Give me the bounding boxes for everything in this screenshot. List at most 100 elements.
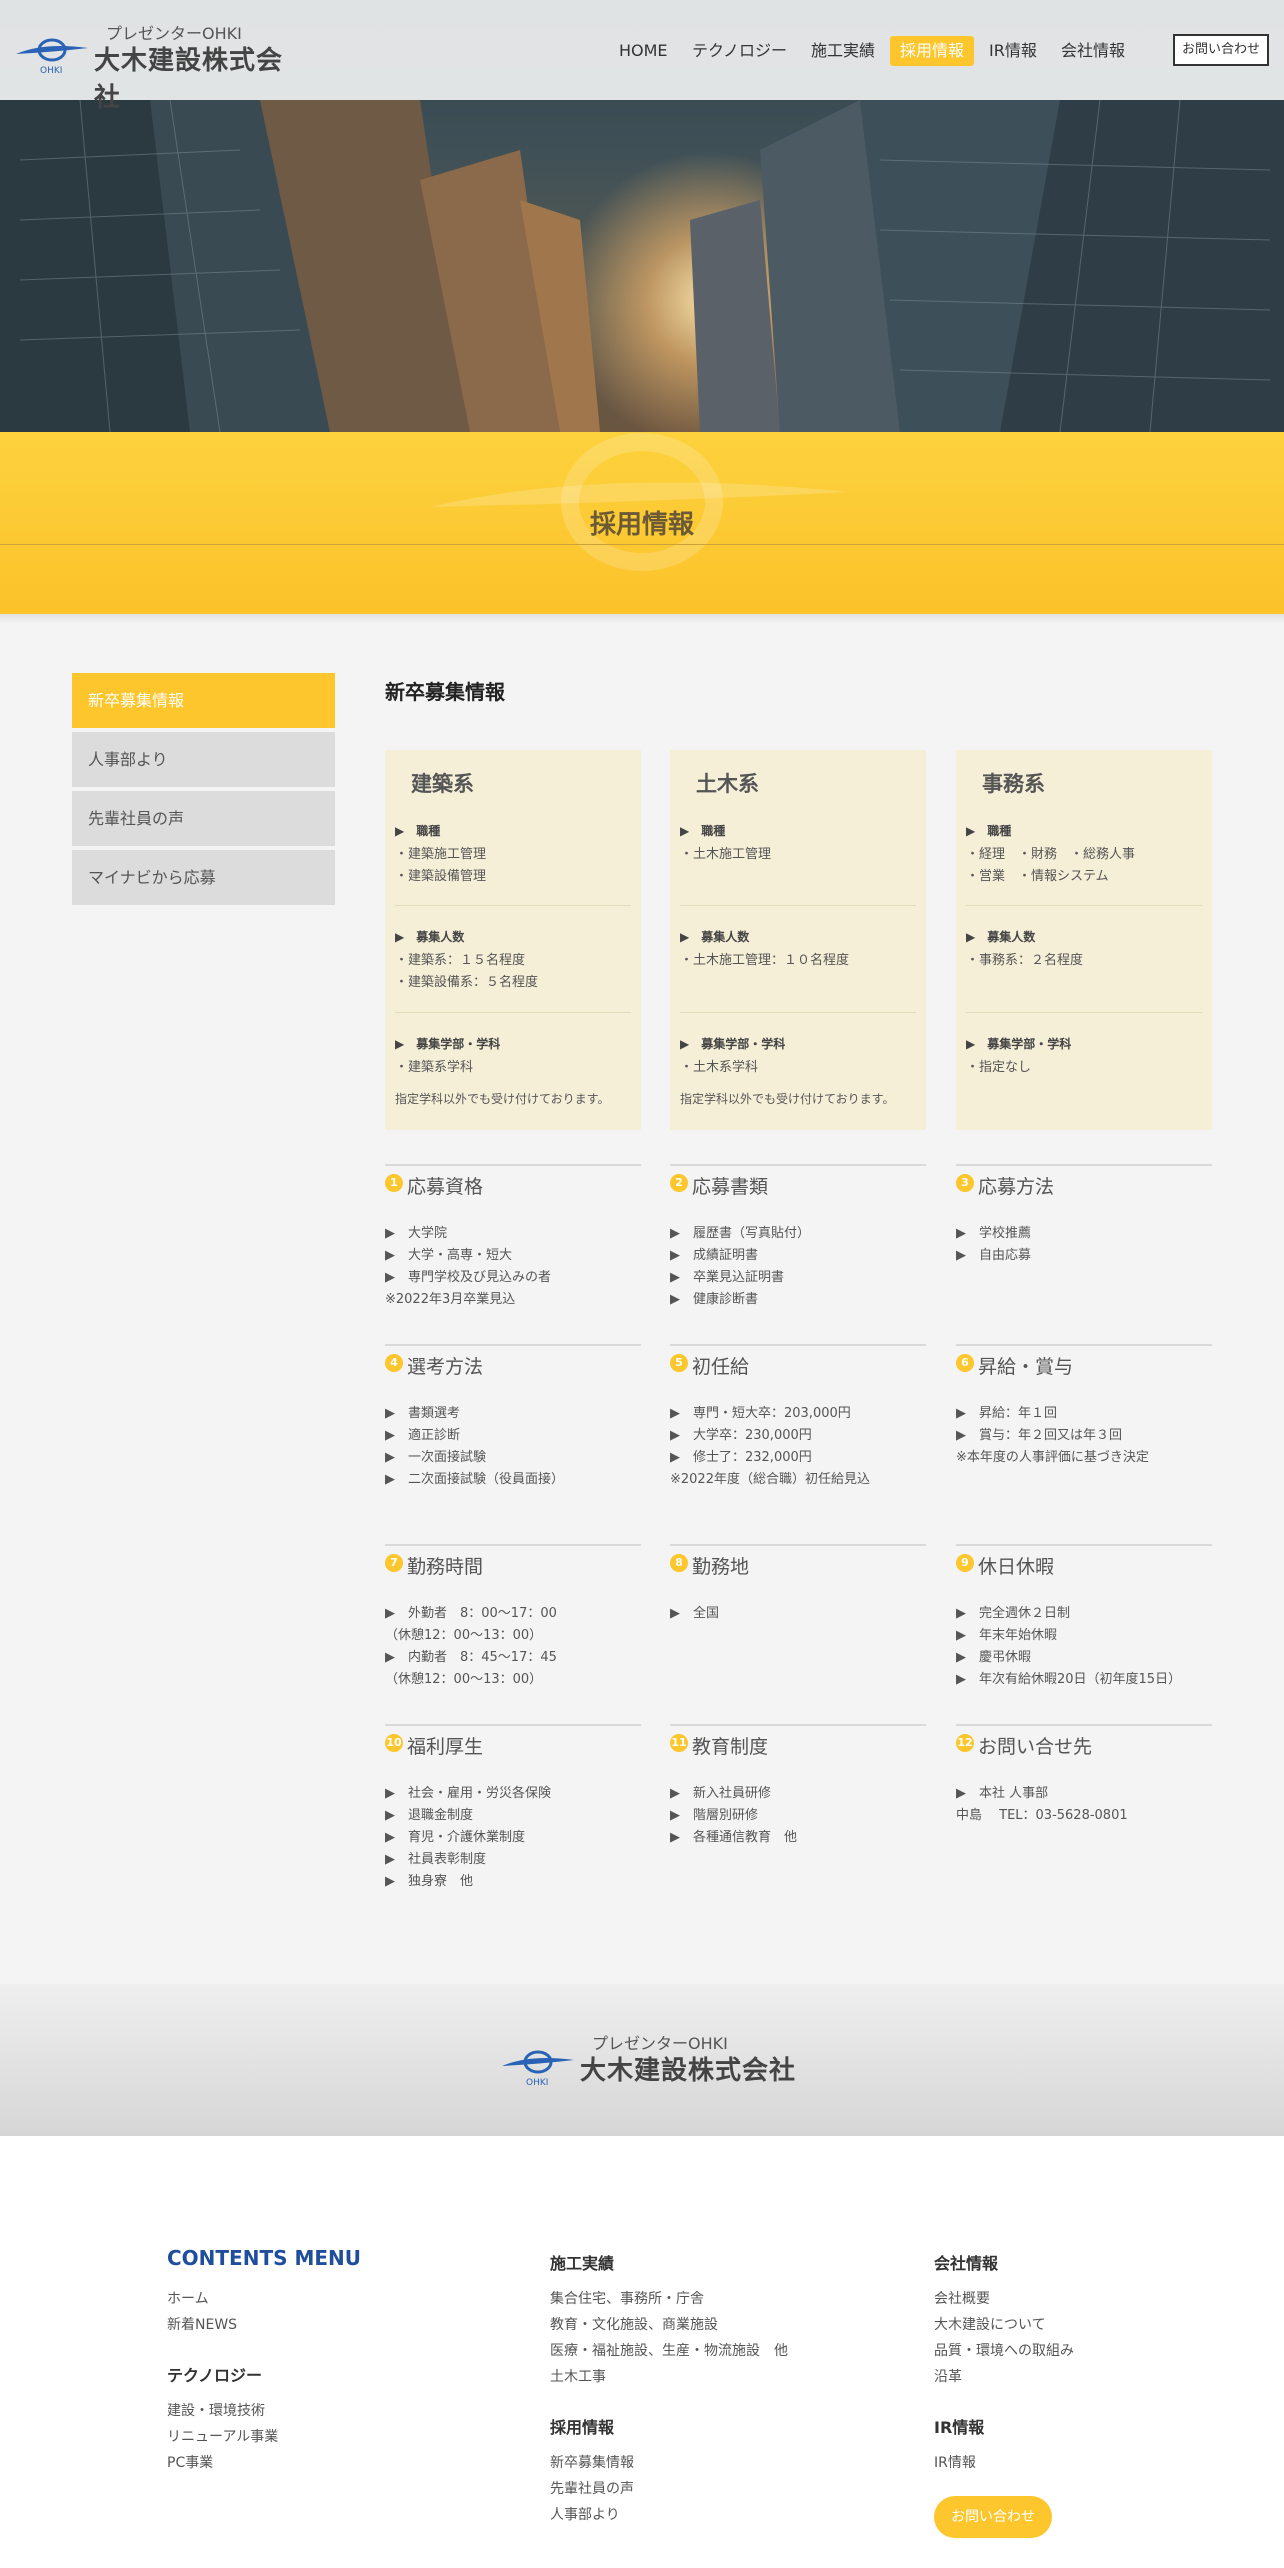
- nav-company[interactable]: 会社情報: [1061, 36, 1125, 66]
- requirement-line: ※本年度の人事評価に基づき決定: [956, 1450, 1149, 1465]
- footer-link-works-4[interactable]: 土木工事: [550, 2366, 606, 2386]
- footer-link-new-graduate[interactable]: 新卒募集情報: [550, 2452, 634, 2472]
- card-divider: [680, 905, 916, 906]
- sidebar-item-employee-voices[interactable]: 先輩社員の声: [72, 791, 335, 846]
- nav-ir[interactable]: IR情報: [989, 36, 1037, 66]
- requirement-line: ▶ 育児・介護休業制度: [385, 1830, 525, 1845]
- footer-link-works-2[interactable]: 教育・文化施設、商業施設: [550, 2314, 718, 2334]
- footer-ir-heading[interactable]: IR情報: [934, 2414, 984, 2438]
- requirement-line: ▶ 専門学校及び見込みの者: [385, 1270, 551, 1285]
- requirement-number-badge: 12: [956, 1734, 974, 1752]
- requirement-number-badge: 8: [670, 1554, 688, 1572]
- card-dept-heading: ▶ 募集学部・学科: [966, 1037, 1072, 1051]
- requirement-number-badge: 11: [670, 1734, 688, 1752]
- requirement-line: ▶ 卒業見込証明書: [670, 1270, 784, 1285]
- footer-link-hr[interactable]: 人事部より: [550, 2504, 620, 2524]
- requirement-title: 昇給・賞与: [978, 1356, 1074, 1378]
- ohki-logo-icon: OHKI: [16, 38, 88, 76]
- sidebar-item-hr-message[interactable]: 人事部より: [72, 732, 335, 787]
- section-title: 新卒募集情報: [385, 680, 505, 704]
- card-count-line: ・建築系：１５名程度: [395, 953, 526, 968]
- card-title: 事務系: [982, 772, 1045, 796]
- requirement-title: お問い合せ先: [978, 1736, 1093, 1758]
- card-dept-heading: ▶ 募集学部・学科: [680, 1037, 786, 1051]
- card-job-line: ・建築設備管理: [395, 869, 487, 884]
- requirement-line: ▶ 自由応募: [956, 1248, 1031, 1263]
- nav-recruit[interactable]: 採用情報: [890, 36, 975, 66]
- footer-company-heading[interactable]: 会社情報: [934, 2250, 998, 2274]
- card-divider: [966, 1012, 1202, 1013]
- footer-technology-heading[interactable]: テクノロジー: [167, 2362, 262, 2386]
- requirement-line: ▶ 本社 人事部: [956, 1786, 1049, 1801]
- footer-link-pc[interactable]: PC事業: [167, 2452, 213, 2472]
- company-logo[interactable]: OHKI プレゼンターOHKI 大木建設株式会社: [14, 20, 304, 113]
- requirement-title: 初任給: [692, 1356, 750, 1378]
- requirement-divider: [385, 1344, 641, 1346]
- requirement-title: 応募資格: [407, 1176, 484, 1198]
- nav-technology[interactable]: テクノロジー: [692, 36, 787, 66]
- ohki-logo-icon: OHKI: [502, 2050, 574, 2088]
- nav-home[interactable]: HOME: [619, 36, 668, 66]
- footer-works-heading[interactable]: 施工実績: [550, 2250, 614, 2274]
- card-job-heading: ▶ 職種: [395, 824, 441, 838]
- requirement-line: ▶ 完全週休２日制: [956, 1606, 1070, 1621]
- requirement-line: ▶ 内勤者 8：45〜17：45: [385, 1650, 557, 1665]
- requirement-divider: [956, 1544, 1212, 1546]
- footer-link-quality[interactable]: 品質・環境への取組み: [934, 2340, 1074, 2360]
- footer-link-history[interactable]: 沿革: [934, 2366, 962, 2386]
- requirement-line: ▶ 修士了：232,000円: [670, 1450, 812, 1465]
- footer-link-ir[interactable]: IR情報: [934, 2452, 976, 2472]
- requirement-title: 勤務地: [692, 1556, 750, 1578]
- requirement-divider: [670, 1724, 926, 1726]
- card-dept-line: ・建築系学科: [395, 1060, 474, 1075]
- requirement-number-badge: 3: [956, 1174, 974, 1192]
- requirement-divider: [670, 1344, 926, 1346]
- sidebar-item-mynavi[interactable]: マイナビから応募: [72, 850, 335, 905]
- requirement-line: ▶ 一次面接試験: [385, 1450, 486, 1465]
- svg-text:OHKI: OHKI: [526, 2078, 548, 2088]
- footer-recruit-heading[interactable]: 採用情報: [550, 2414, 614, 2438]
- requirement-title: 休日休暇: [978, 1556, 1055, 1578]
- card-job-heading: ▶ 職種: [966, 824, 1012, 838]
- requirement-number-badge: 6: [956, 1354, 974, 1372]
- footer-contact-button[interactable]: お問い合わせ: [934, 2496, 1052, 2538]
- footer-link-home[interactable]: ホーム: [167, 2288, 209, 2308]
- footer-link-works-1[interactable]: 集合住宅、事務所・庁舎: [550, 2288, 704, 2308]
- contact-button[interactable]: お問い合わせ: [1173, 34, 1269, 66]
- card-divider: [395, 1012, 631, 1013]
- requirement-line: ▶ 年次有給休暇20日（初年度15日）: [956, 1672, 1182, 1687]
- requirement-line: ▶ 大学・高専・短大: [385, 1248, 512, 1263]
- requirement-line: ▶ 年末年始休暇: [956, 1628, 1057, 1643]
- requirement-number-badge: 10: [385, 1734, 403, 1752]
- recruit-card-civil: 土木系 ▶ 職種 ・土木施工管理 ▶ 募集人数 ・土木施工管理：１０名程度 ▶ …: [670, 750, 926, 1130]
- footer-company-logo[interactable]: OHKI プレゼンターOHKI 大木建設株式会社: [500, 2028, 800, 2088]
- card-job-line: ・建築施工管理: [395, 847, 487, 862]
- card-note: 指定学科以外でも受け付けております。: [395, 1092, 610, 1106]
- requirement-line: ▶ 外勤者 8：00〜17：00: [385, 1606, 557, 1621]
- footer-link-about[interactable]: 大木建設について: [934, 2314, 1046, 2334]
- requirement-line: ▶ 学校推薦: [956, 1226, 1031, 1241]
- requirement-line: ※2022年度（総合職）初任給見込: [670, 1472, 870, 1487]
- requirement-line: ▶ 退職金制度: [385, 1808, 473, 1823]
- sidebar-item-new-graduate[interactable]: 新卒募集情報: [72, 673, 335, 728]
- requirement-line: ▶ 二次面接試験（役員面接）: [385, 1472, 564, 1487]
- footer-link-voices[interactable]: 先輩社員の声: [550, 2478, 634, 2498]
- requirement-line: ▶ 昇給：年１回: [956, 1406, 1057, 1421]
- footer-link-overview[interactable]: 会社概要: [934, 2288, 990, 2308]
- footer-link-works-3[interactable]: 医療・福祉施設、生産・物流施設 他: [550, 2340, 788, 2360]
- footer-logo-name: 大木建設株式会社: [580, 2056, 797, 2086]
- card-divider: [966, 905, 1202, 906]
- footer-link-renewal[interactable]: リニューアル事業: [167, 2426, 278, 2446]
- page-banner: 採用情報: [0, 432, 1284, 614]
- requirement-title: 応募書類: [692, 1176, 769, 1198]
- footer-link-construction-tech[interactable]: 建設・環境技術: [167, 2400, 265, 2420]
- card-title: 土木系: [696, 772, 759, 796]
- nav-works[interactable]: 施工実績: [811, 36, 875, 66]
- requirement-line: （休憩12：00〜13：00）: [385, 1628, 543, 1643]
- requirement-line: ▶ 独身寮 他: [385, 1874, 473, 1889]
- requirement-line: 中島 TEL：03-5628-0801: [956, 1808, 1128, 1823]
- requirement-number-badge: 2: [670, 1174, 688, 1192]
- requirement-title: 応募方法: [978, 1176, 1055, 1198]
- requirement-line: ▶ 適正診断: [385, 1428, 460, 1443]
- footer-link-news[interactable]: 新着NEWS: [167, 2314, 237, 2334]
